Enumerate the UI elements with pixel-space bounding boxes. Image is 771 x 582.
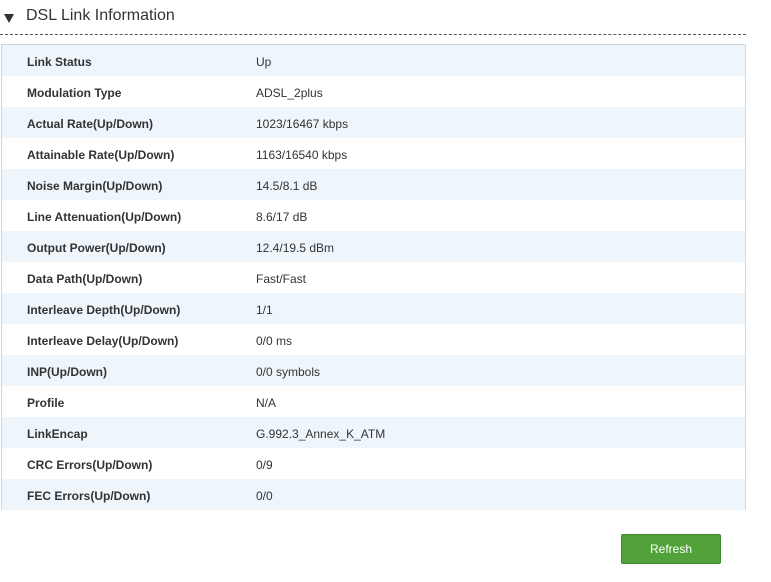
row-value-actual-rate: 1023/16467 kbps: [256, 117, 349, 131]
table-row: Link Status Up: [2, 45, 745, 76]
table-row: FEC Errors(Up/Down) 0/0: [2, 479, 745, 510]
row-label-crc-errors: CRC Errors(Up/Down): [27, 458, 153, 472]
row-value-output-power: 12.4/19.5 dBm: [256, 241, 335, 255]
table-row: INP(Up/Down) 0/0 symbols: [2, 355, 745, 386]
table-row: Attainable Rate(Up/Down) 1163/16540 kbps: [2, 138, 745, 169]
row-label-data-path: Data Path(Up/Down): [27, 272, 143, 286]
row-value-line-attenuation: 8.6/17 dB: [256, 210, 308, 224]
row-label-inp: INP(Up/Down): [27, 365, 107, 379]
row-label-line-attenuation: Line Attenuation(Up/Down): [27, 210, 182, 224]
row-label-fec-errors: FEC Errors(Up/Down): [27, 489, 151, 503]
row-value-inp: 0/0 symbols: [256, 365, 321, 379]
row-value-crc-errors: 0/9: [256, 458, 273, 472]
table-row: Line Attenuation(Up/Down) 8.6/17 dB: [2, 200, 745, 231]
row-label-interleave-delay: Interleave Delay(Up/Down): [27, 334, 179, 348]
row-label-link-status: Link Status: [27, 55, 92, 69]
table-row: Modulation Type ADSL_2plus: [2, 76, 745, 107]
table-row: Data Path(Up/Down) Fast/Fast: [2, 262, 745, 293]
dsl-info-table: Link Status Up Modulation Type ADSL_2plu…: [1, 44, 746, 510]
row-label-interleave-depth: Interleave Depth(Up/Down): [27, 303, 181, 317]
table-row: Interleave Depth(Up/Down) 1/1: [2, 293, 745, 324]
table-row: CRC Errors(Up/Down) 0/9: [2, 448, 745, 479]
row-value-interleave-delay: 0/0 ms: [256, 334, 293, 348]
table-row: Interleave Delay(Up/Down) 0/0 ms: [2, 324, 745, 355]
row-value-profile: N/A: [256, 396, 277, 410]
table-row: Profile N/A: [2, 386, 745, 417]
refresh-button[interactable]: Refresh: [621, 534, 721, 564]
row-value-link-encap: G.992.3_Annex_K_ATM: [256, 427, 386, 441]
table-row: Output Power(Up/Down) 12.4/19.5 dBm: [2, 231, 745, 262]
table-row: Actual Rate(Up/Down) 1023/16467 kbps: [2, 107, 745, 138]
row-label-output-power: Output Power(Up/Down): [27, 241, 166, 255]
row-label-attainable-rate: Attainable Rate(Up/Down): [27, 148, 175, 162]
dsl-link-info-header[interactable]: DSL Link Information: [0, 0, 746, 35]
table-row: LinkEncap G.992.3_Annex_K_ATM: [2, 417, 745, 448]
row-label-noise-margin: Noise Margin(Up/Down): [27, 179, 163, 193]
row-value-noise-margin: 14.5/8.1 dB: [256, 179, 318, 193]
section-title: DSL Link Information: [26, 7, 175, 24]
row-value-interleave-depth: 1/1: [256, 303, 273, 317]
row-value-link-status: Up: [256, 55, 272, 69]
row-label-link-encap: LinkEncap: [27, 427, 88, 441]
row-label-profile: Profile: [27, 396, 65, 410]
row-value-modulation-type: ADSL_2plus: [256, 86, 323, 100]
row-label-actual-rate: Actual Rate(Up/Down): [27, 117, 153, 131]
row-label-modulation-type: Modulation Type: [27, 86, 122, 100]
row-value-data-path: Fast/Fast: [256, 272, 307, 286]
collapse-triangle-icon[interactable]: [4, 14, 14, 23]
table-row: Noise Margin(Up/Down) 14.5/8.1 dB: [2, 169, 745, 200]
row-value-fec-errors: 0/0: [256, 489, 273, 503]
row-value-attainable-rate: 1163/16540 kbps: [256, 148, 348, 162]
